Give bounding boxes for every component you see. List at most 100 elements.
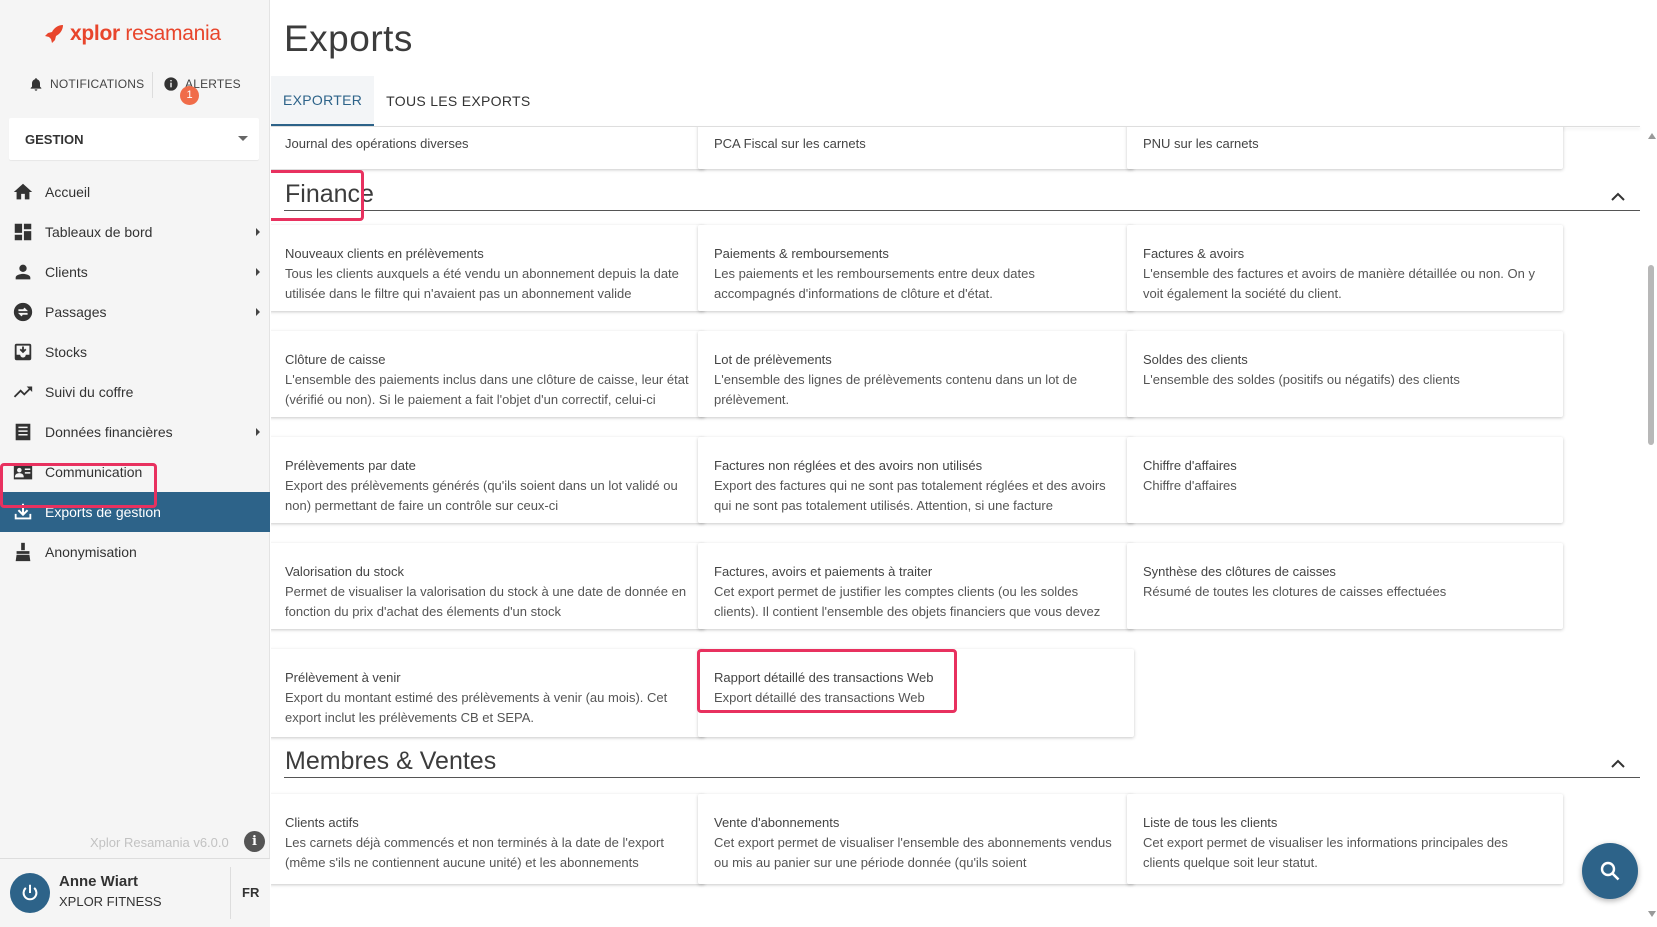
export-card-title: Vente d'abonnements (714, 815, 840, 830)
top-actions: NOTIFICATIONS ALERTES (0, 70, 270, 100)
export-card-title: PNU sur les carnets (1143, 136, 1259, 151)
export-card-description: L'ensemble des soldes (positifs ou négat… (1143, 372, 1460, 387)
context-select[interactable]: GESTION (9, 118, 259, 160)
export-card[interactable]: Chiffre d'affaires Chiffre d'affaires (1127, 437, 1563, 523)
language-selector[interactable]: FR (242, 885, 259, 900)
export-card-title: Nouveaux clients en prélèvements (285, 246, 484, 261)
export-card-description: Export du montant estimé des prélèvement… (285, 690, 668, 725)
home-icon (13, 183, 33, 200)
export-card[interactable]: PNU sur les carnets (1127, 127, 1563, 169)
sidebar-item-accueil[interactable]: Accueil (0, 172, 270, 212)
scroll-down-arrow-icon[interactable] (1648, 911, 1656, 917)
tabs: EXPORTER TOUS LES EXPORTS (271, 76, 543, 126)
brand-logo[interactable]: xplor resamania (42, 22, 221, 46)
export-card-title: Soldes des clients (1143, 352, 1248, 367)
export-card-description: L'ensemble des lignes de prélèvements co… (714, 372, 1078, 407)
export-card[interactable]: Valorisation du stock Permet de visualis… (271, 543, 705, 629)
export-card-description: Export des factures qui ne sont pas tota… (714, 478, 1106, 513)
export-card[interactable]: Journal des opérations diverses (271, 127, 705, 169)
notifications-label: NOTIFICATIONS (50, 77, 145, 91)
chevron-right-icon (256, 228, 260, 236)
sidebar-item-label: Anonymisation (45, 544, 137, 560)
chevron-right-icon (256, 268, 260, 276)
export-card-title: Clients actifs (285, 815, 359, 830)
export-card[interactable]: Prélèvement à venir Export du montant es… (271, 649, 705, 737)
scrollbar-thumb[interactable] (1648, 265, 1654, 445)
sidebar-item-anonymisation[interactable]: Anonymisation (0, 532, 270, 572)
alerts-count-badge: 1 (180, 86, 199, 105)
export-card[interactable]: Lot de prélèvements L'ensemble des ligne… (698, 331, 1134, 417)
section-divider (284, 210, 1640, 211)
chevron-right-icon (256, 428, 260, 436)
chevron-up-icon[interactable] (1611, 756, 1625, 768)
export-card-description: L'ensemble des paiements inclus dans une… (285, 372, 689, 407)
export-card-description: Cet export permet de visualiser l'ensemb… (714, 835, 1112, 870)
sidebar-item-label: Passages (45, 304, 107, 320)
logout-button[interactable] (10, 873, 50, 913)
trending-up-icon (13, 386, 33, 398)
swap-icon (13, 302, 33, 322)
export-card-title: Factures non réglées et des avoirs non u… (714, 458, 983, 473)
export-card[interactable]: Synthèse des clôtures de caisses Résumé … (1127, 543, 1563, 629)
export-card[interactable]: Factures & avoirs L'ensemble des facture… (1127, 225, 1563, 311)
bell-icon (30, 78, 42, 91)
info-icon[interactable]: i (244, 831, 265, 852)
sidebar-item-donnees-financieres[interactable]: Données financières (0, 412, 270, 452)
export-card-description: L'ensemble des factures et avoirs de man… (1143, 266, 1535, 301)
user-club: XPLOR FITNESS (59, 894, 162, 909)
scroll-up-arrow-icon[interactable] (1648, 133, 1656, 139)
export-card[interactable]: Factures non réglées et des avoirs non u… (698, 437, 1134, 523)
export-card[interactable]: PCA Fiscal sur les carnets (698, 127, 1134, 169)
export-card[interactable]: Factures, avoirs et paiements à traiter … (698, 543, 1134, 629)
highlight-box (271, 170, 364, 221)
sidebar-item-label: Accueil (45, 184, 91, 200)
sidebar-item-label: Données financières (45, 424, 173, 440)
export-card-description: Cet export permet de justifier les compt… (714, 584, 1101, 619)
export-card-title: Prélèvements par date (285, 458, 416, 473)
export-card[interactable]: Nouveaux clients en prélèvements Tous le… (271, 225, 705, 311)
highlight-box (0, 463, 157, 508)
sidebar-item-label: Tableaux de bord (45, 224, 153, 240)
export-card-description: Résumé de toutes les clotures de caisses… (1143, 584, 1447, 599)
dashboard-icon (14, 223, 32, 241)
export-card-title: Prélèvement à venir (285, 670, 401, 685)
exports-list: Journal des opérations diverses PCA Fisc… (271, 127, 1640, 927)
info-icon (164, 77, 178, 91)
export-card[interactable]: Prélèvements par date Export des prélève… (271, 437, 705, 523)
sidebar-item-tableaux-de-bord[interactable]: Tableaux de bord (0, 212, 270, 252)
tab-tous-les-exports[interactable]: TOUS LES EXPORTS (374, 76, 542, 126)
scrollbar[interactable] (1645, 127, 1657, 927)
rocket-icon (45, 25, 63, 43)
search-button[interactable] (1582, 843, 1638, 899)
sidebar-item-stocks[interactable]: Stocks (0, 332, 270, 372)
export-card[interactable]: Liste de tous les clients Cet export per… (1127, 794, 1563, 884)
user-name: Anne Wiart (59, 873, 139, 890)
highlight-box (697, 649, 957, 713)
export-card[interactable]: Clôture de caisse L'ensemble des paiemen… (271, 331, 705, 417)
export-card[interactable]: Soldes des clients L'ensemble des soldes… (1127, 331, 1563, 417)
main-content: Exports EXPORTER TOUS LES EXPORTS Journa… (271, 0, 1657, 927)
export-card-description: Les paiements et les remboursements entr… (714, 266, 1035, 301)
user-panel: Anne Wiart XPLOR FITNESS FR (0, 858, 270, 927)
search-icon (1600, 861, 1620, 881)
export-card-title: Lot de prélèvements (714, 352, 832, 367)
export-card-title: Factures & avoirs (1143, 246, 1245, 261)
export-card[interactable]: Vente d'abonnements Cet export permet de… (698, 794, 1134, 884)
notifications-button[interactable]: NOTIFICATIONS (28, 76, 144, 92)
app-version: Xplor Resamania v6.0.0 (90, 835, 229, 850)
divider (152, 72, 153, 98)
export-card-title: Chiffre d'affaires (1143, 458, 1237, 473)
export-card[interactable]: Clients actifs Les carnets déjà commencé… (271, 794, 705, 884)
chevron-right-icon (256, 308, 260, 316)
sidebar-item-passages[interactable]: Passages (0, 292, 270, 332)
chevron-up-icon[interactable] (1611, 189, 1625, 201)
person-icon (15, 264, 31, 280)
export-card-description: Permet de visualiser la valorisation du … (285, 584, 687, 619)
sidebar-item-label: Clients (45, 264, 88, 280)
tab-exporter[interactable]: EXPORTER (271, 76, 375, 126)
sidebar-item-suivi-du-coffre[interactable]: Suivi du coffre (0, 372, 270, 412)
caret-down-icon (238, 136, 248, 141)
alerts-button[interactable]: ALERTES (163, 76, 241, 92)
sidebar-item-clients[interactable]: Clients (0, 252, 270, 292)
export-card[interactable]: Paiements & remboursements Les paiements… (698, 225, 1134, 311)
